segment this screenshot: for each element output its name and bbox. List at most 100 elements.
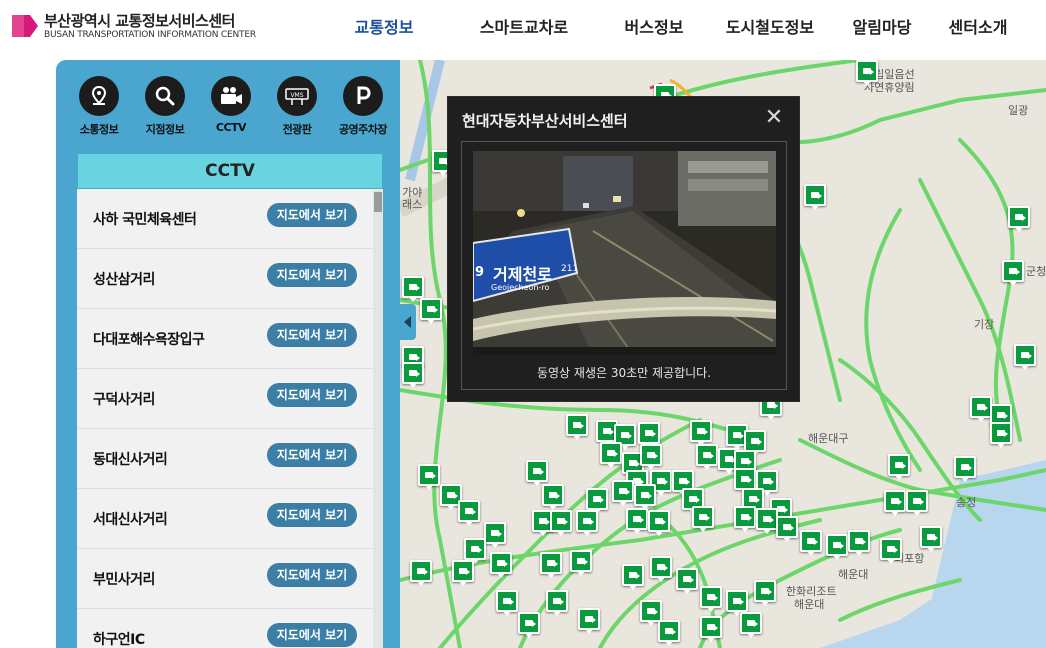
cctv-marker-icon[interactable]	[600, 442, 622, 468]
nav-bus-info[interactable]: 버스정보	[610, 0, 698, 50]
cctv-marker-icon[interactable]	[578, 608, 600, 634]
view-on-map-button[interactable]: 지도에서 보기	[267, 623, 357, 647]
scrollbar-thumb[interactable]	[374, 192, 382, 212]
cctv-marker-icon[interactable]	[410, 560, 432, 586]
nav-center-intro[interactable]: 센터소개	[938, 0, 1018, 50]
cctv-marker-icon[interactable]	[420, 298, 442, 324]
cctv-list-item[interactable]: 부민사거리 지도에서 보기	[77, 549, 383, 609]
parking-icon	[343, 76, 383, 116]
site-logo[interactable]: 부산광역시 교통정보서비스센터 BUSAN TRANSPORTATION INF…	[10, 9, 270, 45]
cctv-marker-icon[interactable]	[658, 620, 680, 646]
cctv-marker-icon[interactable]	[696, 444, 718, 470]
cctv-marker-icon[interactable]	[744, 430, 766, 456]
cctv-marker-icon[interactable]	[804, 184, 826, 210]
cctv-name: 하구언IC	[93, 632, 145, 648]
nav-subway-info[interactable]: 도시철도정보	[714, 0, 826, 50]
cctv-marker-icon[interactable]	[458, 500, 480, 526]
view-on-map-button[interactable]: 지도에서 보기	[267, 563, 357, 587]
cctv-marker-icon[interactable]	[970, 396, 992, 422]
cctv-marker-icon[interactable]	[826, 534, 848, 560]
cctv-marker-icon[interactable]	[884, 490, 906, 516]
cctv-marker-icon[interactable]	[490, 552, 512, 578]
cctv-list-item[interactable]: 서대신사거리 지도에서 보기	[77, 489, 383, 549]
cctv-marker-icon[interactable]	[464, 538, 486, 564]
cctv-marker-icon[interactable]	[542, 484, 564, 510]
cctv-marker-icon[interactable]	[906, 490, 928, 516]
cctv-marker-icon[interactable]	[700, 586, 722, 612]
cctv-marker-icon[interactable]	[726, 590, 748, 616]
view-on-map-button[interactable]: 지도에서 보기	[267, 383, 357, 407]
cctv-marker-icon[interactable]	[754, 580, 776, 606]
tool-vms[interactable]: VMS 전광판	[264, 76, 330, 146]
cctv-marker-icon[interactable]	[920, 526, 942, 552]
cctv-marker-icon[interactable]	[734, 506, 756, 532]
cctv-marker-icon[interactable]	[546, 590, 568, 616]
cctv-marker-icon[interactable]	[1014, 344, 1036, 370]
nav-smart-intersection[interactable]: 스마트교차로	[454, 0, 594, 50]
cctv-marker-icon[interactable]	[640, 600, 662, 626]
cctv-marker-icon[interactable]	[954, 456, 976, 482]
tool-label: 소통정보	[79, 123, 119, 136]
cctv-marker-icon[interactable]	[990, 422, 1012, 448]
cctv-list-item[interactable]: 하구언IC 지도에서 보기	[77, 609, 383, 648]
cctv-marker-icon[interactable]	[800, 530, 822, 556]
cctv-marker-icon[interactable]	[690, 420, 712, 446]
cctv-marker-icon[interactable]	[550, 510, 572, 536]
view-on-map-button[interactable]: 지도에서 보기	[267, 323, 357, 347]
cctv-marker-icon[interactable]	[700, 616, 722, 642]
cctv-marker-icon[interactable]	[570, 550, 592, 576]
cctv-marker-icon[interactable]	[566, 414, 588, 440]
cctv-marker-icon[interactable]	[880, 538, 902, 564]
cctv-list-item[interactable]: 성산삼거리 지도에서 보기	[77, 249, 383, 309]
tool-parking[interactable]: 공영주차장	[330, 76, 396, 146]
cctv-marker-icon[interactable]	[418, 464, 440, 490]
collapse-sidebar-button[interactable]	[400, 304, 416, 340]
cctv-marker-icon[interactable]	[640, 444, 662, 470]
cctv-marker-icon[interactable]	[740, 612, 762, 638]
view-on-map-button[interactable]: 지도에서 보기	[267, 503, 357, 527]
cctv-marker-icon[interactable]	[612, 480, 634, 506]
cctv-marker-icon[interactable]	[692, 506, 714, 532]
view-on-map-button[interactable]: 지도에서 보기	[267, 203, 357, 227]
cctv-marker-icon[interactable]	[1002, 260, 1024, 286]
cctv-video[interactable]: 거제천로 211 Geojecheon-ro 9	[473, 151, 776, 355]
close-icon[interactable]: ✕	[763, 107, 785, 129]
cctv-marker-icon[interactable]	[526, 460, 548, 486]
cctv-marker-icon[interactable]	[402, 362, 424, 388]
cctv-marker-icon[interactable]	[402, 276, 424, 302]
cctv-marker-icon[interactable]	[634, 484, 656, 510]
cctv-marker-icon[interactable]	[1008, 206, 1030, 232]
view-on-map-button[interactable]: 지도에서 보기	[267, 443, 357, 467]
cctv-marker-icon[interactable]	[756, 508, 778, 534]
cctv-list-item[interactable]: 다대포해수욕장입구 지도에서 보기	[77, 309, 383, 369]
cctv-marker-icon[interactable]	[776, 516, 798, 542]
cctv-marker-icon[interactable]	[638, 422, 660, 448]
nav-notice[interactable]: 알림마당	[842, 0, 922, 50]
cctv-marker-icon[interactable]	[576, 510, 598, 536]
cctv-list-item[interactable]: 구덕사거리 지도에서 보기	[77, 369, 383, 429]
tool-cctv[interactable]: CCTV	[198, 76, 264, 146]
cctv-list-item[interactable]: 동대신사거리 지도에서 보기	[77, 429, 383, 489]
cctv-marker-icon[interactable]	[484, 522, 506, 548]
cctv-marker-icon[interactable]	[648, 510, 670, 536]
view-on-map-button[interactable]: 지도에서 보기	[267, 263, 357, 287]
tool-point-info[interactable]: 지점정보	[132, 76, 198, 146]
cctv-marker-icon[interactable]	[452, 560, 474, 586]
nav-traffic-info[interactable]: 교통정보	[340, 0, 428, 50]
cctv-marker-icon[interactable]	[676, 568, 698, 594]
cctv-marker-icon[interactable]	[650, 556, 672, 582]
cctv-marker-icon[interactable]	[626, 508, 648, 534]
cctv-list-item[interactable]: 사하 국민체육센터 지도에서 보기	[77, 189, 383, 249]
cctv-marker-icon[interactable]	[856, 60, 878, 86]
cctv-name: 사하 국민체육센터	[93, 212, 197, 228]
cctv-marker-icon[interactable]	[496, 590, 518, 616]
cctv-marker-icon[interactable]	[734, 468, 756, 494]
tool-traffic-flow[interactable]: 소통정보	[66, 76, 132, 146]
cctv-marker-icon[interactable]	[622, 564, 644, 590]
cctv-marker-icon[interactable]	[888, 454, 910, 480]
cctv-list-scrollbar[interactable]	[373, 190, 383, 648]
cctv-marker-icon[interactable]	[518, 612, 540, 638]
cctv-marker-icon[interactable]	[586, 488, 608, 514]
cctv-marker-icon[interactable]	[540, 552, 562, 578]
cctv-marker-icon[interactable]	[848, 530, 870, 556]
